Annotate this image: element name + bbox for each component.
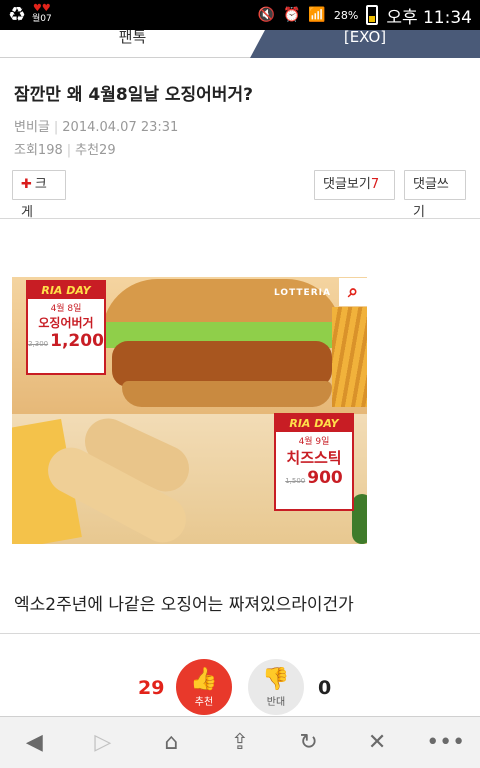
more-icon[interactable]: •••	[421, 723, 471, 763]
post-meta-stats: 조회198 | 추천29	[14, 139, 116, 158]
post-meta-author-date: 변비글 | 2014.04.07 23:31	[14, 116, 178, 135]
refresh-icon[interactable]: ↻	[284, 723, 334, 763]
leaf	[352, 494, 367, 544]
comment-count: 7	[370, 177, 380, 192]
search-icon[interactable]: ⌕	[339, 278, 367, 306]
tab-exo[interactable]: [EXO]	[250, 30, 480, 58]
promo-old-price: 1,500	[285, 477, 306, 485]
alarm-icon: ⏰	[282, 7, 301, 23]
tab-bar: 팬톡 [EXO]	[0, 30, 480, 58]
share-icon[interactable]: ⇪	[215, 723, 265, 763]
promo-price: 1,500 900	[276, 468, 352, 488]
write-comment-button[interactable]: 댓글쓰기	[404, 170, 466, 220]
recommend-count: 29	[138, 677, 165, 699]
forward-icon[interactable]: ▷	[78, 723, 128, 763]
oppose-label: 반대	[266, 697, 286, 708]
promo-old-price: 2,300	[28, 340, 49, 348]
clock: 오후 11:34	[386, 7, 472, 28]
browser-toolbar: ◀ ▷ ⌂ ⇪ ↻ ✕ •••	[0, 716, 480, 768]
divider	[0, 218, 480, 219]
view-comments-label: 댓글보기	[323, 177, 371, 192]
promo-name: 오징어버거	[38, 316, 94, 330]
close-icon[interactable]: ✕	[352, 723, 402, 763]
promo-badge-burger: RIA DAY 4월 8일 오징어버거 2,300 1,200	[26, 280, 106, 375]
thumbs-up-icon: 👍	[190, 667, 218, 692]
post-title: 잠깐만 왜 4월8일날 오징어버거?	[14, 85, 253, 105]
oppose-button[interactable]: 👎 반대	[248, 659, 304, 715]
notification: ♥♥ 월07	[31, 3, 52, 25]
burger-photo: LOTTERIA RIA DAY 4월 8일 오징어버거 2,300 1,200	[12, 277, 367, 414]
post-image[interactable]: LOTTERIA RIA DAY 4월 8일 오징어버거 2,300 1,200 …	[12, 277, 367, 544]
post-views: 조회198	[14, 143, 63, 158]
promo-header: RIA DAY	[28, 282, 104, 299]
oppose-count: 0	[318, 677, 332, 699]
wifi-icon: 📶	[308, 7, 326, 23]
thumbs-down-icon: 👎	[262, 667, 290, 692]
recommend-button[interactable]: 👍 추천	[176, 659, 232, 715]
meta-separator: |	[53, 120, 59, 135]
brand-logo: LOTTERIA	[274, 288, 331, 298]
post-body: 엑소2주년에 나같은 오징어는 짜져있으라이건가	[14, 595, 354, 615]
meta-separator: |	[66, 143, 72, 158]
tab-fantalk[interactable]: 팬톡	[0, 30, 265, 58]
promo-new-price: 900	[307, 468, 343, 488]
back-icon[interactable]: ◀	[9, 723, 59, 763]
fries	[332, 307, 367, 407]
heart-icon: ♥♥	[32, 3, 51, 14]
status-bar: ♻ ♥♥ 월07 🔇 ⏰ 📶 28% 오후 11:34	[0, 0, 480, 30]
bun-bottom	[122, 381, 332, 407]
mute-icon: 🔇	[257, 7, 275, 23]
promo-new-price: 1,200	[50, 331, 104, 351]
battery-icon	[366, 5, 379, 25]
view-comments-button[interactable]: 댓글보기7	[314, 170, 395, 200]
promo-date: 4월 8일	[50, 304, 82, 314]
enlarge-button[interactable]: ✚ 크게	[12, 170, 66, 220]
post-author: 변비글	[14, 120, 50, 135]
divider	[0, 633, 480, 634]
promo-price: 2,300 1,200	[28, 331, 104, 351]
home-icon[interactable]: ⌂	[146, 723, 196, 763]
recycle-icon: ♻	[8, 2, 26, 26]
post-date: 2014.04.07 23:31	[62, 120, 179, 135]
promo-badge-cheesestick: RIA DAY 4월 9일 치즈스틱 1,500 900	[274, 413, 354, 511]
plus-icon: ✚	[21, 177, 32, 192]
post-recommends: 추천29	[75, 143, 116, 158]
promo-header: RIA DAY	[276, 415, 352, 432]
promo-name: 치즈스틱	[286, 449, 342, 467]
recommend-label: 추천	[194, 697, 214, 708]
notification-label: 월07	[31, 14, 52, 24]
promo-date: 4월 9일	[298, 437, 330, 447]
battery-percent: 28%	[333, 8, 359, 22]
